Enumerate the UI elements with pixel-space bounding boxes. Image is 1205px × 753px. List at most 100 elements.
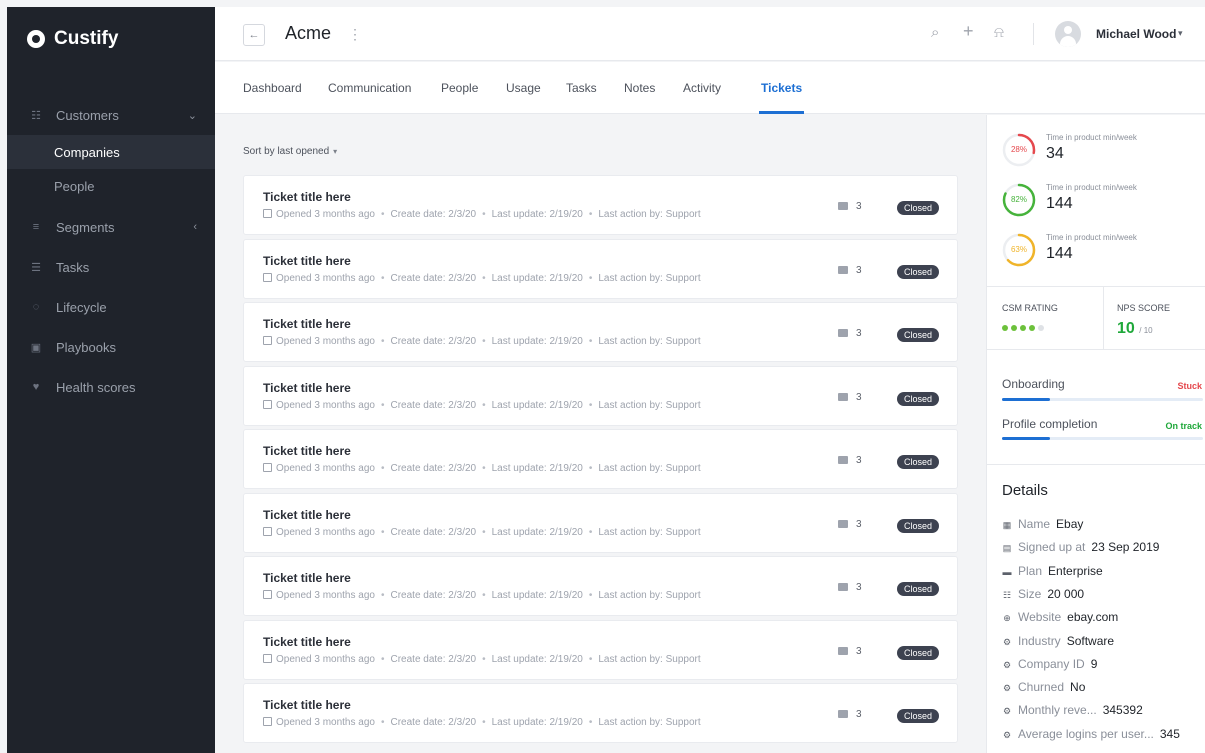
user-name[interactable]: Michael Wood: [1096, 27, 1176, 41]
app-logo[interactable]: Custify: [27, 28, 118, 50]
ticket-opened: Opened 3 months ago: [276, 336, 375, 347]
app-name: Custify: [54, 28, 119, 49]
separator-dot: •: [588, 717, 593, 728]
chevron-down-icon[interactable]: ▾: [1178, 28, 1183, 39]
status-badge: Closed: [897, 518, 940, 533]
ticket-comments[interactable]: 3: [838, 646, 862, 657]
tab-tasks[interactable]: Tasks: [566, 81, 597, 114]
profile-completion-progress-bar: [1002, 437, 1203, 440]
more-options-icon[interactable]: ⋮: [348, 26, 362, 43]
calendar-icon: [263, 336, 272, 345]
sidebar-item-health-scores[interactable]: ♥ Health scores: [7, 367, 215, 407]
detail-label: Average logins per user...: [1018, 726, 1154, 741]
bell-icon[interactable]: ⍾: [994, 24, 1004, 41]
tab-dashboard[interactable]: Dashboard: [243, 81, 302, 114]
back-button[interactable]: ←: [243, 24, 265, 46]
ticket-title[interactable]: Ticket title here: [263, 508, 351, 522]
tab-activity[interactable]: Activity: [683, 81, 721, 114]
ticket-comments[interactable]: 3: [838, 519, 862, 530]
ticket-card[interactable]: Ticket title here Opened 3 months ago • Cre…: [243, 365, 958, 426]
calendar-icon: [263, 463, 272, 472]
ticket-title[interactable]: Ticket title here: [263, 317, 351, 331]
chevron-left-icon[interactable]: ‹: [193, 221, 197, 233]
ticket-title[interactable]: Ticket title here: [263, 254, 351, 268]
ticket-comments[interactable]: 3: [838, 265, 862, 276]
comment-icon: [838, 456, 848, 464]
ticket-create-date: Create date: 2/3/20: [390, 653, 477, 665]
comment-count: 3: [856, 645, 862, 657]
sidebar-item-segments[interactable]: ≡ Segments ‹: [7, 207, 215, 247]
divider: [987, 286, 1205, 287]
ticket-title[interactable]: Ticket title here: [263, 190, 351, 204]
tab-communication[interactable]: Communication: [328, 81, 411, 114]
rating-dot: [1011, 325, 1017, 331]
tab-people[interactable]: People: [441, 81, 478, 114]
separator-dot: •: [588, 272, 593, 284]
ticket-card[interactable]: Ticket title here Opened 3 months ago • Cre…: [243, 175, 958, 235]
gears-icon: ⚙: [1002, 659, 1012, 670]
ticket-comments[interactable]: 3: [838, 455, 862, 466]
add-icon[interactable]: +: [963, 21, 974, 42]
ticket-last-update: Last update: 2/19/20: [491, 272, 583, 284]
ticket-card[interactable]: Ticket title here Opened 3 months ago • Cre…: [243, 556, 958, 616]
ticket-comments[interactable]: 3: [838, 582, 862, 593]
header-divider: [1033, 23, 1034, 45]
gears-icon: ⚙: [1002, 636, 1012, 647]
ring-percent: 28%: [1010, 145, 1027, 154]
tab-notes[interactable]: Notes: [624, 81, 655, 114]
ticket-comments[interactable]: 3: [838, 392, 862, 403]
ticket-last-action: Last action by: Support: [598, 526, 701, 538]
ticket-last-update: Last update: 2/19/20: [491, 399, 583, 411]
sidebar-item-label: Health scores: [56, 379, 136, 395]
detail-value: 23 Sep 2019: [1091, 540, 1160, 555]
detail-label: Website: [1018, 610, 1062, 625]
ticket-title[interactable]: Ticket title here: [263, 635, 351, 649]
metric-time-in-product: 82% Time in product min/week 144: [1002, 183, 1202, 223]
page-title: Acme: [285, 23, 332, 43]
sidebar-subitem-people[interactable]: People: [7, 169, 215, 203]
ticket-title[interactable]: Ticket title here: [263, 444, 351, 458]
separator-dot: •: [588, 653, 593, 665]
sidebar-item-playbooks[interactable]: ▣ Playbooks: [7, 327, 215, 367]
ticket-comments[interactable]: 3: [838, 201, 862, 212]
ticket-title[interactable]: Ticket title here: [263, 698, 351, 712]
heart-icon: ♥: [32, 381, 40, 393]
detail-value: Ebay: [1056, 517, 1084, 531]
calendar-icon: [263, 526, 272, 536]
separator-dot: •: [482, 717, 486, 728]
sidebar-item-tasks[interactable]: ☰ Tasks: [7, 247, 215, 287]
company-summary-panel: 28% Time in product min/week 34 82% Time in …: [986, 115, 1205, 753]
ticket-last-action: Last action by: Support: [598, 653, 701, 665]
ticket-opened: Opened 3 months ago: [276, 209, 375, 220]
ticket-meta: Opened 3 months ago • Create date: 2/3/20 •…: [263, 717, 701, 728]
chevron-down-icon: ▾: [333, 147, 338, 156]
ticket-comments[interactable]: 3: [838, 328, 862, 339]
ticket-card[interactable]: Ticket title here Opened 3 months ago • Cre…: [243, 238, 958, 299]
sidebar-item-lifecycle[interactable]: ◌ Lifecycle: [7, 287, 215, 327]
comment-count: 3: [856, 709, 862, 720]
chevron-down-icon[interactable]: ⌄: [188, 109, 197, 122]
ticket-title[interactable]: Ticket title here: [263, 571, 351, 585]
tab-tickets[interactable]: Tickets: [759, 81, 805, 114]
ticket-card[interactable]: Ticket title here Opened 3 months ago • Cre…: [243, 429, 958, 489]
ticket-comments[interactable]: 3: [838, 709, 862, 720]
separator-dot: •: [482, 590, 486, 601]
ticket-title[interactable]: Ticket title here: [263, 381, 351, 395]
ticket-card[interactable]: Ticket title here Opened 3 months ago • Cre…: [243, 683, 958, 743]
ticket-card[interactable]: Ticket title here Opened 3 months ago • Cre…: [243, 619, 958, 680]
ticket-opened: Opened 3 months ago: [276, 399, 375, 411]
ticket-card[interactable]: Ticket title here Opened 3 months ago • Cre…: [243, 302, 958, 362]
ticket-card[interactable]: Ticket title here Opened 3 months ago • Cre…: [243, 492, 958, 553]
status-badge: Closed: [897, 455, 940, 469]
detail-value: 345392: [1102, 703, 1143, 718]
sort-dropdown[interactable]: Sort by last opened ▾: [243, 146, 337, 157]
lifecycle-icon: ◌: [32, 301, 40, 313]
tab-usage[interactable]: Usage: [506, 81, 541, 114]
avatar[interactable]: [1055, 21, 1081, 47]
detail-row: ⚙ Churned No: [1002, 680, 1085, 694]
ticket-meta: Opened 3 months ago • Create date: 2/3/20 •…: [263, 209, 701, 220]
ticket-meta: Opened 3 months ago • Create date: 2/3/20 •…: [263, 463, 701, 474]
sidebar-subitem-companies[interactable]: Companies: [7, 135, 215, 169]
sidebar-item-customers[interactable]: ☷ Customers ⌄: [7, 95, 215, 135]
search-icon[interactable]: ⌕: [931, 24, 939, 41]
